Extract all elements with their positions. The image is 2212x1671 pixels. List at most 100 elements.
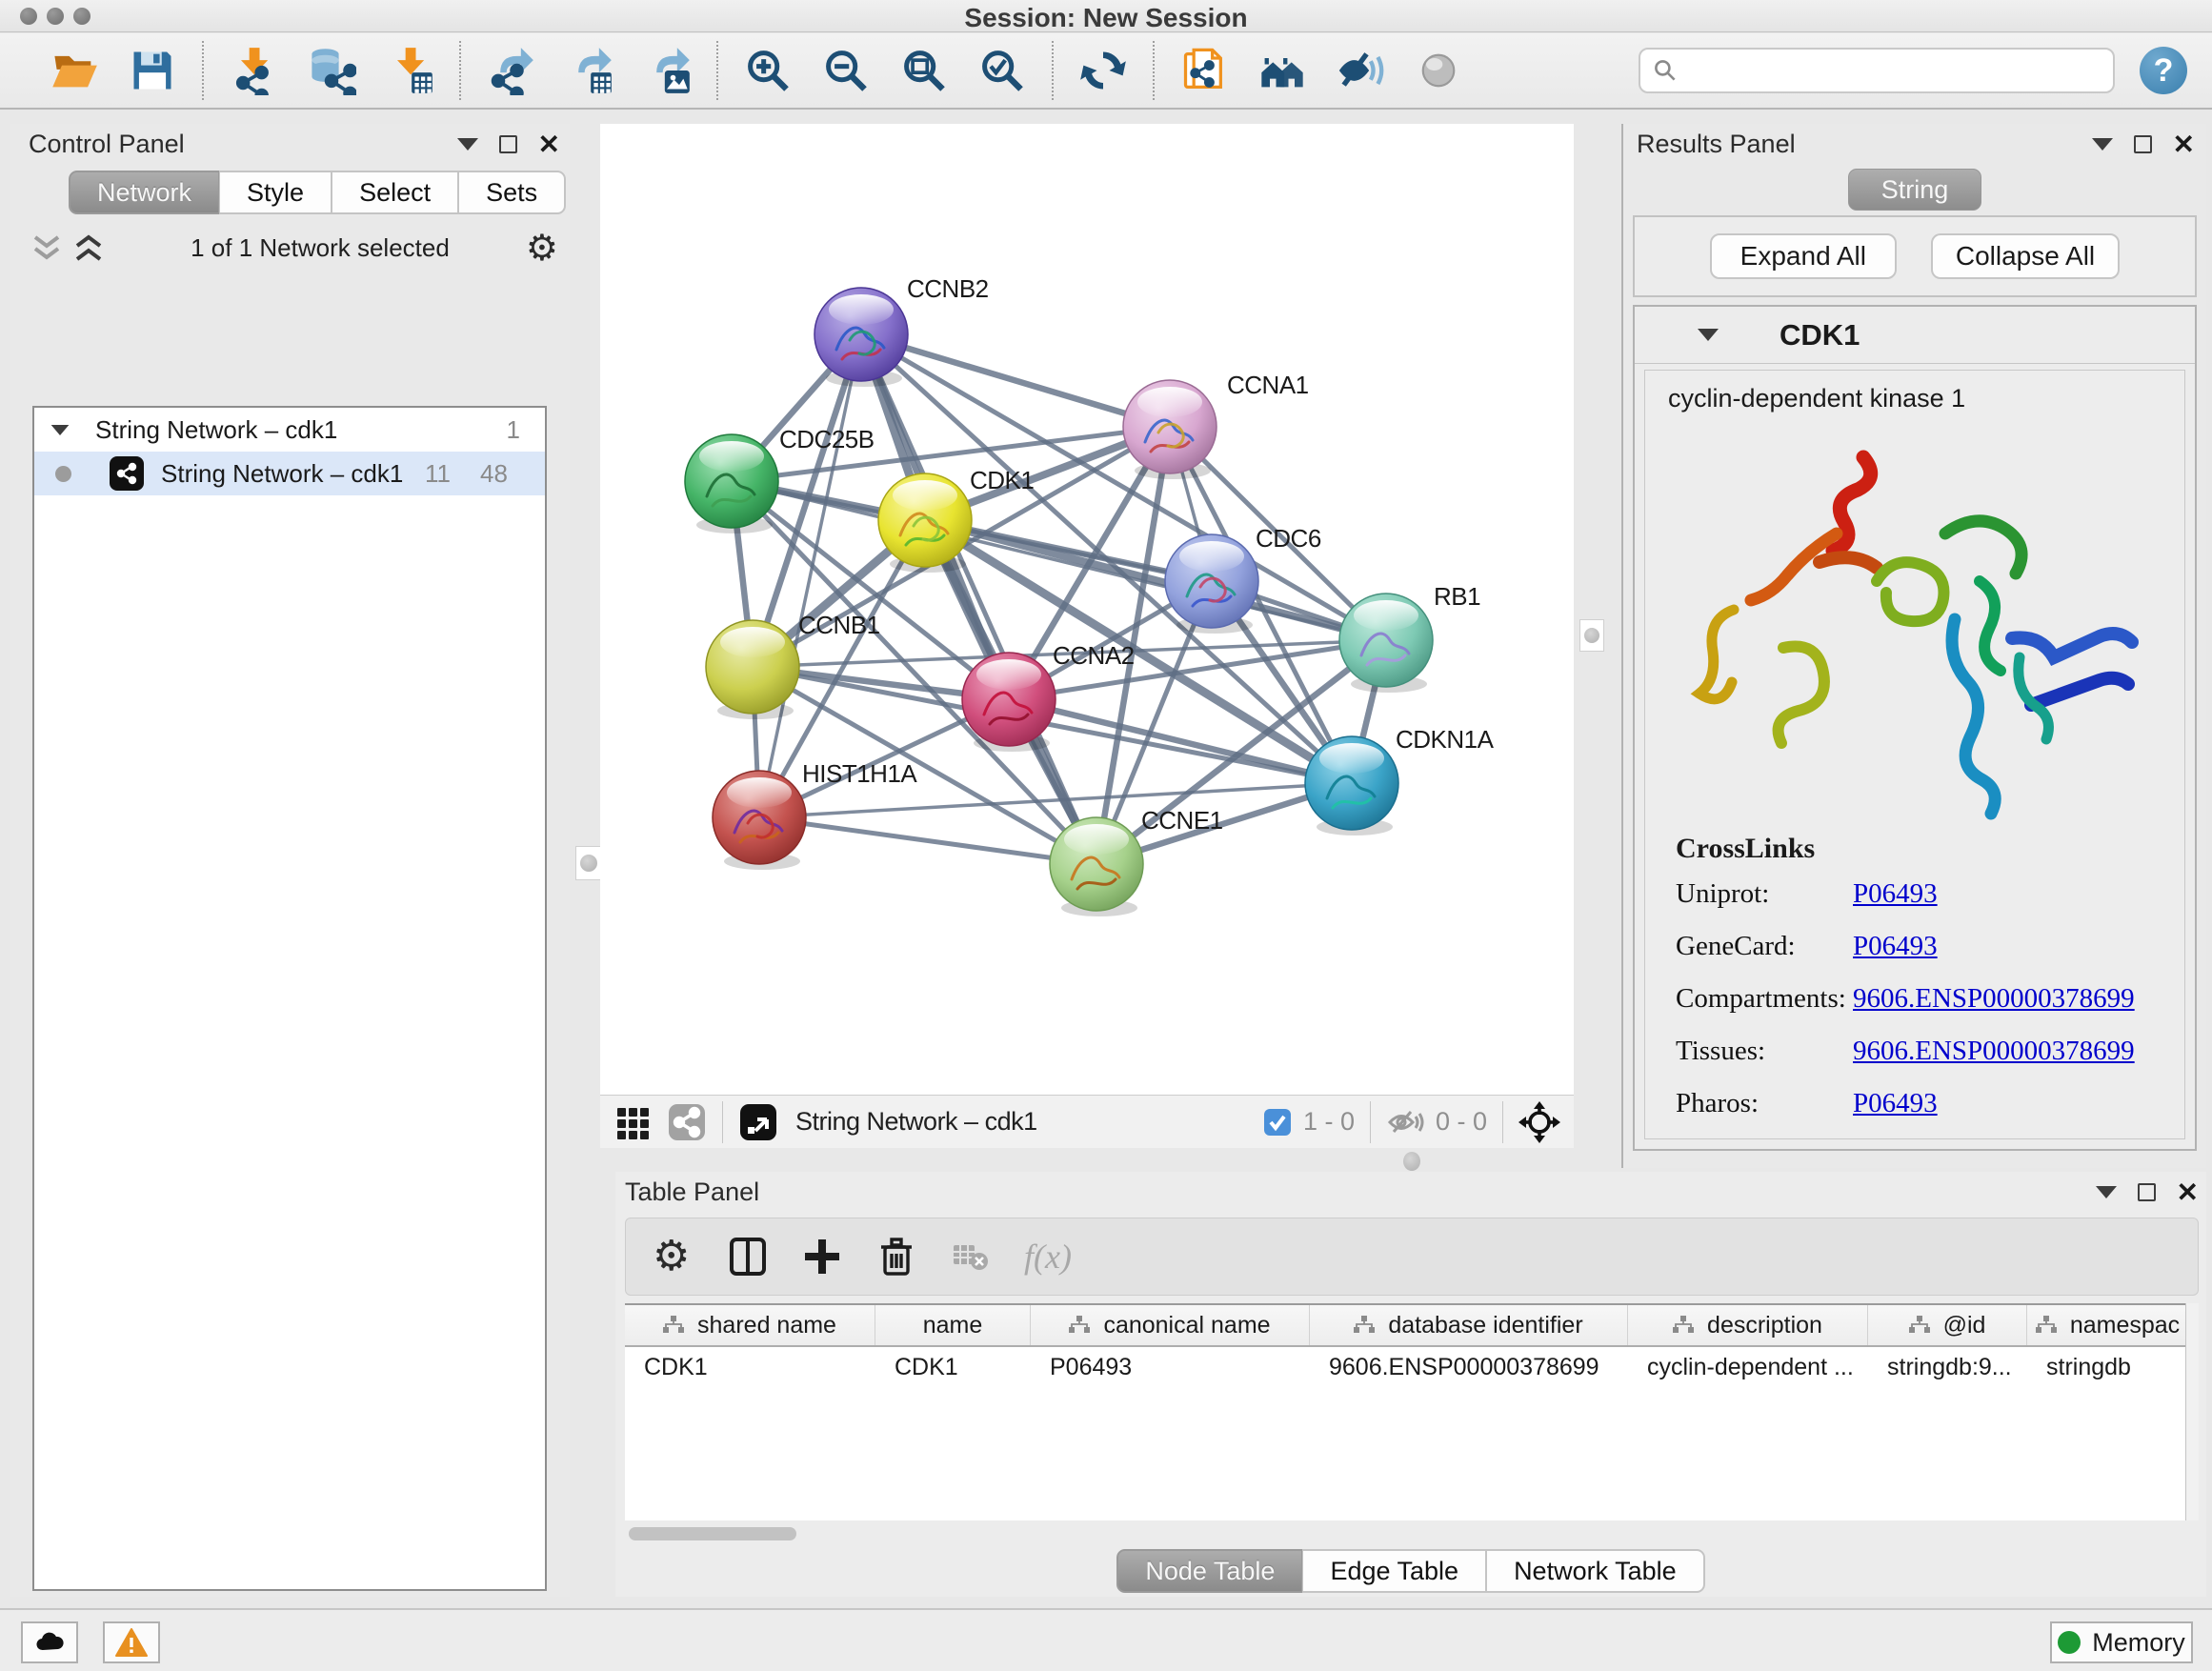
import-table-icon[interactable] [385, 46, 434, 95]
delete-table-icon[interactable] [950, 1236, 992, 1278]
table-horizontal-scrollbar[interactable] [625, 1526, 2185, 1541]
export-network-icon[interactable] [486, 46, 535, 95]
function-builder-icon[interactable]: f(x) [1024, 1237, 1072, 1277]
edge-CCNB2-HIST1H1A[interactable] [759, 334, 861, 817]
share-document-icon[interactable] [1179, 46, 1229, 95]
column-header-description[interactable]: description [1628, 1305, 1868, 1345]
cloud-status-button[interactable] [21, 1621, 78, 1663]
network-row-selected[interactable]: String Network – cdk1 11 48 [34, 452, 545, 495]
share-view-icon[interactable] [667, 1102, 707, 1142]
collapse-all-icon[interactable] [30, 234, 63, 263]
export-image-icon[interactable] [642, 46, 692, 95]
node-RB1[interactable]: RB1 [1339, 582, 1480, 693]
panel-menu-icon[interactable] [2092, 138, 2113, 151]
crosslink-link[interactable]: P06493 [1853, 931, 1938, 962]
control-panel-tabs: NetworkStyleSelectSets [69, 171, 570, 214]
hidden-eye-icon[interactable] [1386, 1107, 1424, 1137]
collection-expander-icon[interactable] [51, 424, 70, 434]
refresh-icon[interactable] [1078, 46, 1128, 95]
table-cell[interactable]: stringdb [2027, 1347, 2189, 1389]
tab-network-table[interactable]: Network Table [1486, 1549, 1705, 1593]
network-collection-row[interactable]: String Network – cdk1 1 [34, 408, 545, 452]
gene-expander-icon[interactable] [1698, 329, 1719, 341]
export-table-icon[interactable] [564, 46, 613, 95]
float-panel-icon[interactable] [2138, 1183, 2156, 1201]
right-splitter-handle[interactable] [1579, 619, 1604, 652]
search-box[interactable] [1639, 48, 2115, 93]
close-panel-icon[interactable]: ✕ [538, 135, 560, 154]
column-header-name[interactable]: name [875, 1305, 1031, 1345]
edge-CCNB2-CCNA1[interactable] [861, 334, 1170, 427]
panel-menu-icon[interactable] [2096, 1186, 2117, 1198]
table-row[interactable]: CDK1CDK1P064939606.ENSP00000378699cyclin… [625, 1347, 2199, 1389]
edge-CCNE1-HIST1H1A[interactable] [759, 817, 1096, 864]
collapse-all-button[interactable]: Collapse All [1931, 233, 2120, 279]
node-CDKN1A[interactable]: CDKN1A [1305, 725, 1495, 836]
expand-all-button[interactable]: Expand All [1710, 233, 1897, 279]
tab-node-table[interactable]: Node Table [1116, 1549, 1302, 1593]
node-CCNA1[interactable]: CCNA1 [1123, 371, 1309, 479]
crosslink-link[interactable]: 9606.ENSP00000378699 [1853, 1036, 2135, 1067]
scrollbar-thumb[interactable] [629, 1527, 796, 1540]
table-cell[interactable]: CDK1 [875, 1347, 1031, 1389]
import-network-icon[interactable] [229, 46, 278, 95]
help-icon[interactable]: ? [2140, 47, 2187, 94]
node-CCNE1[interactable]: CCNE1 [1050, 806, 1223, 916]
tab-select[interactable]: Select [332, 171, 458, 214]
tab-sets[interactable]: Sets [458, 171, 566, 214]
table-cell[interactable]: 9606.ENSP00000378699 [1310, 1347, 1628, 1389]
zoom-fit-icon[interactable] [899, 46, 949, 95]
grid-view-icon[interactable] [613, 1102, 654, 1142]
search-input[interactable] [1679, 51, 2101, 90]
birdseye-view-icon[interactable] [1518, 1101, 1560, 1143]
column-header-namespac[interactable]: namespac [2027, 1305, 2189, 1345]
import-database-icon[interactable] [307, 46, 356, 95]
hide-panel-icon[interactable] [1336, 46, 1385, 95]
crosslink-link[interactable]: P06493 [1853, 1088, 1938, 1119]
expand-all-icon[interactable] [72, 234, 105, 263]
tab-string[interactable]: String [1848, 169, 1981, 211]
network-options-gear-icon[interactable]: ⚙ [526, 234, 558, 263]
column-header-database-identifier[interactable]: database identifier [1310, 1305, 1628, 1345]
network-canvas[interactable]: CCNB2 CCNA1 CDC25B CDK1 CDC6 RB1 CCNB1 C… [600, 124, 1574, 1095]
table-cell[interactable]: CDK1 [625, 1347, 875, 1389]
zoom-in-icon[interactable] [743, 46, 793, 95]
close-panel-icon[interactable]: ✕ [2173, 135, 2195, 154]
float-panel-icon[interactable] [2134, 135, 2152, 153]
tab-edge-table[interactable]: Edge Table [1302, 1549, 1486, 1593]
table-vertical-scrollbar[interactable] [2185, 1303, 2199, 1520]
column-header-canonical-name[interactable]: canonical name [1031, 1305, 1310, 1345]
gene-section-header[interactable]: CDK1 [1635, 307, 2195, 364]
show-columns-icon[interactable] [727, 1236, 769, 1278]
zoom-out-icon[interactable] [821, 46, 871, 95]
panel-menu-icon[interactable] [457, 138, 478, 151]
warnings-button[interactable] [103, 1621, 160, 1663]
network-graph[interactable]: CCNB2 CCNA1 CDC25B CDK1 CDC6 RB1 CCNB1 C… [600, 124, 1574, 1095]
delete-column-icon[interactable] [875, 1236, 917, 1278]
bottom-splitter-handle[interactable] [1403, 1152, 1420, 1171]
selected-checkbox-icon[interactable] [1263, 1108, 1292, 1137]
tab-network[interactable]: Network [69, 171, 219, 214]
column-header-shared-name[interactable]: shared name [625, 1305, 875, 1345]
home-icon[interactable] [1257, 46, 1307, 95]
open-file-icon[interactable] [50, 46, 99, 95]
close-panel-icon[interactable]: ✕ [2177, 1183, 2199, 1202]
table-cell[interactable]: cyclin-dependent ... [1628, 1347, 1868, 1389]
gene-details-box: CDK1 cyclin-dependent kinase 1 [1633, 305, 2197, 1151]
zoom-selected-icon[interactable] [977, 46, 1027, 95]
table-cell[interactable]: P06493 [1031, 1347, 1310, 1389]
float-panel-icon[interactable] [499, 135, 517, 153]
crosslink-link[interactable]: 9606.ENSP00000378699 [1853, 983, 2135, 1015]
show-panel-icon[interactable] [1414, 46, 1463, 95]
open-in-new-window-icon[interactable] [738, 1102, 778, 1142]
tab-style[interactable]: Style [219, 171, 332, 214]
table-settings-gear-icon[interactable]: ⚙ [653, 1236, 694, 1278]
save-session-icon[interactable] [128, 46, 177, 95]
column-header-@id[interactable]: @id [1868, 1305, 2027, 1345]
add-column-icon[interactable] [801, 1236, 843, 1278]
crosslink-link[interactable]: P06493 [1853, 878, 1938, 910]
memory-button[interactable]: Memory [2050, 1621, 2193, 1663]
table-cell[interactable]: stringdb:9... [1868, 1347, 2027, 1389]
left-splitter-handle[interactable] [575, 846, 602, 880]
network-view-toolbar: String Network – cdk1 1 - 0 0 - 0 [600, 1095, 1574, 1148]
